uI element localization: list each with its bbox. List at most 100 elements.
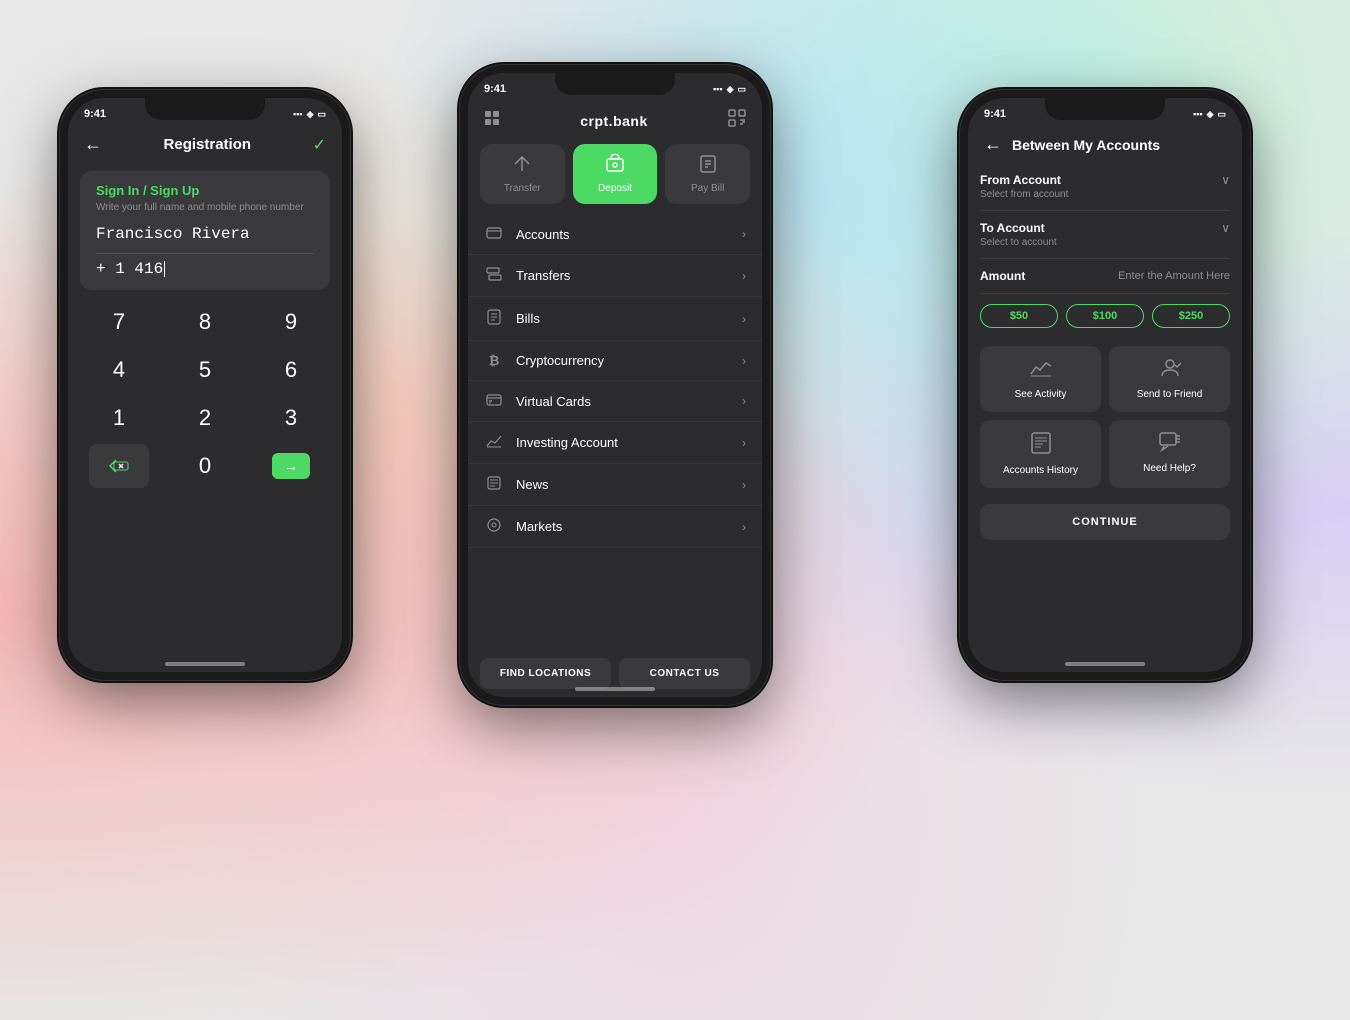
markets-icon bbox=[484, 518, 504, 535]
divider bbox=[96, 253, 314, 254]
amount-label: Amount bbox=[980, 269, 1025, 283]
numpad-row-4: 0 → bbox=[76, 444, 334, 488]
investing-arrow: › bbox=[742, 436, 746, 450]
action-buttons: Transfer Deposit bbox=[468, 140, 762, 214]
status-icons: ▪▪▪ ◈ ▭ bbox=[293, 109, 326, 120]
transfer-body: From Account ∨ Select from account To Ac… bbox=[968, 163, 1242, 540]
notch bbox=[145, 98, 265, 120]
key-8[interactable]: 8 bbox=[175, 300, 235, 344]
to-account-header: To Account ∨ bbox=[980, 221, 1230, 235]
contact-us-button[interactable]: CONTACT US bbox=[619, 658, 750, 689]
virtual-cards-arrow: › bbox=[742, 394, 746, 408]
accounts-label: Accounts bbox=[516, 227, 742, 242]
accounts-history-card[interactable]: Accounts History bbox=[980, 420, 1101, 488]
transfer-options-grid: See Activity Send to Friend bbox=[980, 338, 1230, 496]
home-indicator bbox=[165, 662, 245, 666]
find-locations-button[interactable]: FIND LOCATIONS bbox=[480, 658, 611, 689]
deposit-icon bbox=[605, 154, 625, 179]
menu-item-investing[interactable]: Investing Account › bbox=[468, 422, 762, 464]
menu-screen: 9:41 ▪▪▪ ◈ ▭ crpt.bank bbox=[468, 73, 762, 697]
phone-field[interactable]: + 1 416 bbox=[96, 260, 314, 278]
numpad-row-1: 7 8 9 bbox=[76, 300, 334, 344]
menu-item-news[interactable]: News › bbox=[468, 464, 762, 506]
amount-row[interactable]: Amount Enter the Amount Here bbox=[980, 259, 1230, 294]
crypto-label: Cryptocurrency bbox=[516, 353, 742, 368]
name-field[interactable]: Francisco Rivera bbox=[96, 225, 314, 243]
battery-icon: ▭ bbox=[737, 84, 746, 95]
amount-input[interactable]: Enter the Amount Here bbox=[1118, 270, 1230, 282]
cursor bbox=[164, 261, 165, 277]
send-to-friend-card[interactable]: Send to Friend bbox=[1109, 346, 1230, 412]
menu-item-transfers[interactable]: Transfers › bbox=[468, 255, 762, 297]
to-account-placeholder: Select to account bbox=[980, 237, 1230, 248]
home-indicator bbox=[575, 687, 655, 691]
menu-item-accounts[interactable]: Accounts › bbox=[468, 214, 762, 255]
virtual-cards-label: Virtual Cards bbox=[516, 394, 742, 409]
menu-item-bills[interactable]: Bills › bbox=[468, 297, 762, 341]
deposit-button[interactable]: Deposit bbox=[573, 144, 658, 204]
back-button[interactable]: ← bbox=[984, 134, 1002, 155]
transfer-header: ← Between My Accounts bbox=[968, 126, 1242, 163]
key-3[interactable]: 3 bbox=[261, 396, 321, 440]
numpad-row-3: 1 2 3 bbox=[76, 396, 334, 440]
status-icons: ▪▪▪ ◈ ▭ bbox=[1193, 109, 1226, 120]
key-1[interactable]: 1 bbox=[89, 396, 149, 440]
transfers-label: Transfers bbox=[516, 268, 742, 283]
paybill-button[interactable]: Pay Bill bbox=[665, 144, 750, 204]
transfers-arrow: › bbox=[742, 269, 746, 283]
key-6[interactable]: 6 bbox=[261, 348, 321, 392]
status-icons: ▪▪▪ ◈ ▭ bbox=[713, 84, 746, 95]
confirm-icon[interactable]: ✓ bbox=[313, 135, 326, 155]
accounts-history-label: Accounts History bbox=[1003, 465, 1078, 476]
deposit-label: Deposit bbox=[598, 183, 632, 194]
accounts-icon bbox=[484, 226, 504, 242]
accounts-arrow: › bbox=[742, 227, 746, 241]
transfer-button[interactable]: Transfer bbox=[480, 144, 565, 204]
quick-amount-250[interactable]: $250 bbox=[1152, 304, 1230, 328]
quick-amount-50[interactable]: $50 bbox=[980, 304, 1058, 328]
key-0[interactable]: 0 bbox=[175, 444, 235, 488]
time: 9:41 bbox=[84, 108, 106, 120]
to-account-chevron: ∨ bbox=[1221, 221, 1230, 235]
wifi-icon: ◈ bbox=[307, 109, 314, 120]
from-account-label: From Account bbox=[980, 173, 1061, 187]
scan-icon[interactable] bbox=[728, 109, 746, 132]
menu-item-crypto[interactable]: ₿ Cryptocurrency › bbox=[468, 341, 762, 381]
quick-amount-100[interactable]: $100 bbox=[1066, 304, 1144, 328]
send-to-friend-label: Send to Friend bbox=[1137, 389, 1203, 400]
notch bbox=[555, 73, 675, 95]
key-next[interactable]: → bbox=[261, 444, 321, 488]
menu-list: Accounts › Transfers › bbox=[468, 214, 762, 650]
numpad: 7 8 9 4 5 6 1 2 3 bbox=[76, 300, 334, 488]
battery-icon: ▭ bbox=[1217, 109, 1226, 120]
need-help-card[interactable]: Need Help? bbox=[1109, 420, 1230, 488]
menu-item-virtual-cards[interactable]: Virtual Cards › bbox=[468, 381, 762, 422]
key-2[interactable]: 2 bbox=[175, 396, 235, 440]
help-icon bbox=[1159, 432, 1181, 457]
see-activity-card[interactable]: See Activity bbox=[980, 346, 1101, 412]
to-account-row[interactable]: To Account ∨ Select to account bbox=[980, 211, 1230, 259]
crypto-icon: ₿ bbox=[484, 353, 504, 368]
battery-icon: ▭ bbox=[317, 109, 326, 120]
paybill-icon bbox=[698, 154, 718, 179]
from-account-row[interactable]: From Account ∨ Select from account bbox=[980, 163, 1230, 211]
app-logo: crpt.bank bbox=[580, 113, 648, 129]
key-4[interactable]: 4 bbox=[89, 348, 149, 392]
bills-icon bbox=[484, 309, 504, 328]
key-9[interactable]: 9 bbox=[261, 300, 321, 344]
from-account-header: From Account ∨ bbox=[980, 173, 1230, 187]
grid-icon[interactable] bbox=[484, 110, 500, 131]
key-5[interactable]: 5 bbox=[175, 348, 235, 392]
notch bbox=[1045, 98, 1165, 120]
key-7[interactable]: 7 bbox=[89, 300, 149, 344]
signal-icon: ▪▪▪ bbox=[713, 84, 723, 94]
back-button[interactable]: ← bbox=[84, 134, 102, 155]
backspace-key[interactable] bbox=[89, 444, 149, 488]
page-title: Between My Accounts bbox=[1012, 137, 1160, 153]
registration-card: Sign In / Sign Up Write your full name a… bbox=[80, 171, 330, 290]
history-icon bbox=[1031, 432, 1051, 459]
markets-label: Markets bbox=[516, 519, 742, 534]
continue-button[interactable]: CONTINUE bbox=[980, 504, 1230, 540]
menu-item-markets[interactable]: Markets › bbox=[468, 506, 762, 548]
news-label: News bbox=[516, 477, 742, 492]
